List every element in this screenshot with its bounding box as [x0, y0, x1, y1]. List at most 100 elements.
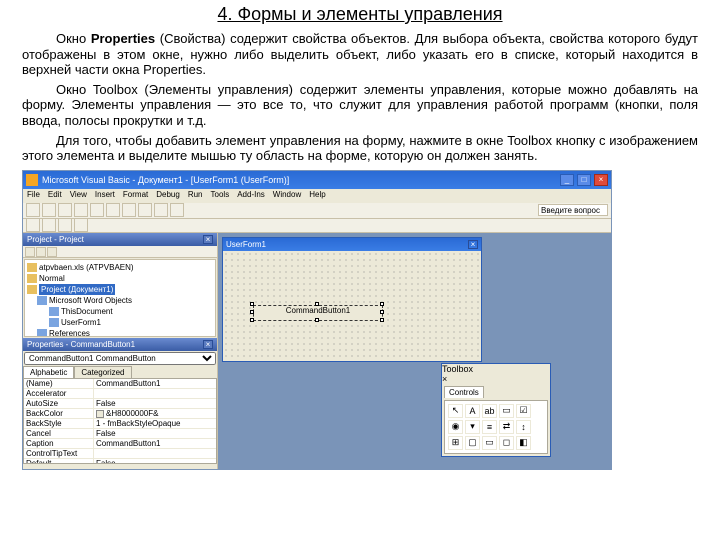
- property-row[interactable]: ControlTipText: [24, 449, 216, 459]
- tbtn-1[interactable]: [26, 203, 40, 217]
- menu-insert[interactable]: Insert: [95, 190, 115, 202]
- property-value[interactable]: [94, 449, 216, 458]
- tbtn2-2[interactable]: [42, 218, 56, 232]
- toolbox-control-icon[interactable]: ◧: [516, 436, 531, 450]
- tree-row[interactable]: Normal: [27, 273, 213, 284]
- properties-grid[interactable]: (Name)CommandButton1AcceleratorAutoSizeF…: [23, 378, 217, 464]
- toolbox-control-icon[interactable]: ↖: [448, 404, 463, 418]
- property-row[interactable]: DefaultFalse: [24, 459, 216, 464]
- tab-categorized[interactable]: Categorized: [74, 366, 131, 378]
- minimize-button[interactable]: _: [560, 174, 574, 186]
- toolbox-control-icon[interactable]: ☑: [516, 404, 531, 418]
- resize-handle[interactable]: [250, 318, 254, 322]
- properties-object-select[interactable]: CommandButton1 CommandButton: [24, 352, 216, 365]
- toolbox-control-icon[interactable]: ▭: [482, 436, 497, 450]
- tbtn-6[interactable]: [106, 203, 120, 217]
- menu-format[interactable]: Format: [123, 190, 148, 202]
- tbtn-3[interactable]: [58, 203, 72, 217]
- resize-handle[interactable]: [250, 302, 254, 306]
- resize-handle[interactable]: [380, 318, 384, 322]
- toolbox-control-icon[interactable]: ⇄: [499, 420, 514, 434]
- property-row[interactable]: AutoSizeFalse: [24, 399, 216, 409]
- userform-titlebar[interactable]: UserForm1 ×: [223, 238, 481, 251]
- toolbox-control-icon[interactable]: ▭: [499, 404, 514, 418]
- property-row[interactable]: BackStyle1 - fmBackStyleOpaque: [24, 419, 216, 429]
- userform-window[interactable]: UserForm1 × CommandButton1: [222, 237, 482, 362]
- toolbox-control-icon[interactable]: ↕: [516, 420, 531, 434]
- resize-handle[interactable]: [315, 302, 319, 306]
- tbtn2-4[interactable]: [74, 218, 88, 232]
- menu-edit[interactable]: Edit: [48, 190, 62, 202]
- userform-close-icon[interactable]: ×: [468, 240, 478, 249]
- menu-run[interactable]: Run: [188, 190, 203, 202]
- titlebar[interactable]: Microsoft Visual Basic - Документ1 - [Us…: [23, 171, 611, 189]
- resize-handle[interactable]: [380, 302, 384, 306]
- property-row[interactable]: CaptionCommandButton1: [24, 439, 216, 449]
- menu-view[interactable]: View: [70, 190, 87, 202]
- menu-debug[interactable]: Debug: [156, 190, 180, 202]
- toolbox-titlebar[interactable]: Toolbox ×: [442, 364, 550, 384]
- tree-row[interactable]: ThisDocument: [49, 306, 213, 317]
- properties-header[interactable]: Properties - CommandButton1 ×: [23, 338, 217, 351]
- userform-body[interactable]: CommandButton1: [223, 251, 481, 361]
- menu-tools[interactable]: Tools: [211, 190, 230, 202]
- tree-row[interactable]: UserForm1: [49, 317, 213, 328]
- property-row[interactable]: BackColor&H8000000F&: [24, 409, 216, 419]
- toolbox-window[interactable]: Toolbox × Controls ↖Aab▭☑◉▾≡⇄↕⊞▢▭◻◧: [441, 363, 551, 457]
- tbtn-9[interactable]: [154, 203, 168, 217]
- property-row[interactable]: CancelFalse: [24, 429, 216, 439]
- property-value[interactable]: &H8000000F&: [94, 409, 216, 418]
- menu-help[interactable]: Help: [309, 190, 325, 202]
- project-explorer-close-icon[interactable]: ×: [203, 235, 213, 244]
- project-explorer-header[interactable]: Project - Project ×: [23, 233, 217, 246]
- tbtn-8[interactable]: [138, 203, 152, 217]
- toolbox-control-icon[interactable]: ◻: [499, 436, 514, 450]
- tbtn-5[interactable]: [90, 203, 104, 217]
- project-tree[interactable]: atpvbaen.xls (ATPVBAEN)NormalProject (До…: [24, 259, 216, 337]
- property-value[interactable]: False: [94, 399, 216, 408]
- tree-row[interactable]: atpvbaen.xls (ATPVBAEN): [27, 262, 213, 273]
- properties-object-selector[interactable]: CommandButton1 CommandButton: [24, 352, 216, 365]
- toolbox-close-icon[interactable]: ×: [442, 374, 550, 384]
- property-value[interactable]: False: [94, 429, 216, 438]
- property-row[interactable]: (Name)CommandButton1: [24, 379, 216, 389]
- tbtn2-3[interactable]: [58, 218, 72, 232]
- tree-row[interactable]: References: [37, 328, 213, 337]
- toolbox-control-icon[interactable]: ▢: [465, 436, 480, 450]
- tbtn-7[interactable]: [122, 203, 136, 217]
- toolbox-control-icon[interactable]: ⊞: [448, 436, 463, 450]
- pe-tbtn-1[interactable]: [25, 247, 35, 257]
- tree-row[interactable]: Project (Документ1): [27, 284, 213, 295]
- tbtn2-1[interactable]: [26, 218, 40, 232]
- tbtn-10[interactable]: [170, 203, 184, 217]
- toolbox-control-icon[interactable]: ▾: [465, 420, 480, 434]
- toolbox-control-icon[interactable]: ab: [482, 404, 497, 418]
- menu-file[interactable]: File: [27, 190, 40, 202]
- toolbox-control-icon[interactable]: ≡: [482, 420, 497, 434]
- property-value[interactable]: CommandButton1: [94, 439, 216, 448]
- resize-handle[interactable]: [250, 310, 254, 314]
- resize-handle[interactable]: [380, 310, 384, 314]
- pe-tbtn-3[interactable]: [47, 247, 57, 257]
- property-value[interactable]: CommandButton1: [94, 379, 216, 388]
- toolbox-control-icon[interactable]: ◉: [448, 420, 463, 434]
- menu-addins[interactable]: Add-Ins: [237, 190, 265, 202]
- property-value[interactable]: 1 - fmBackStyleOpaque: [94, 419, 216, 428]
- tab-alphabetic[interactable]: Alphabetic: [23, 366, 74, 378]
- pe-tbtn-2[interactable]: [36, 247, 46, 257]
- tbtn-4[interactable]: [74, 203, 88, 217]
- maximize-button[interactable]: □: [577, 174, 591, 186]
- resize-handle[interactable]: [315, 318, 319, 322]
- menu-window[interactable]: Window: [273, 190, 301, 202]
- tree-row[interactable]: Microsoft Word Objects: [37, 295, 213, 306]
- properties-close-icon[interactable]: ×: [203, 340, 213, 349]
- property-row[interactable]: Accelerator: [24, 389, 216, 399]
- tbtn-2[interactable]: [42, 203, 56, 217]
- close-button[interactable]: ×: [594, 174, 608, 186]
- toolbox-tab-controls[interactable]: Controls: [444, 386, 484, 398]
- property-value[interactable]: [94, 389, 216, 398]
- property-value[interactable]: False: [94, 459, 216, 464]
- designer-area[interactable]: UserForm1 × CommandButton1 Toolb: [218, 233, 611, 469]
- help-search-input[interactable]: [538, 204, 608, 216]
- toolbox-control-icon[interactable]: A: [465, 404, 480, 418]
